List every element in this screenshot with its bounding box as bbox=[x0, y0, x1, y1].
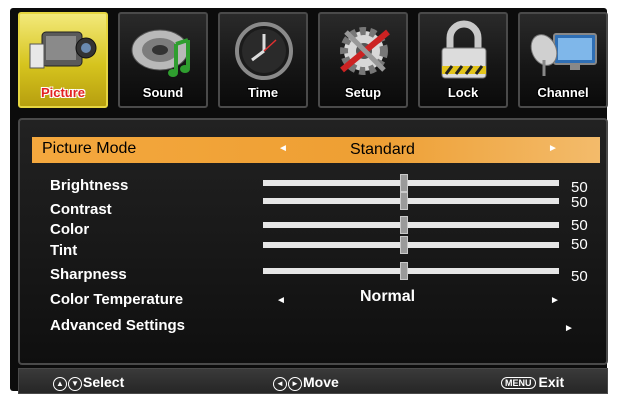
picture-mode-row[interactable]: Picture Mode ◄ Standard ► bbox=[32, 137, 600, 163]
arrow-right-icon[interactable]: ► bbox=[550, 295, 560, 306]
padlock-icon bbox=[441, 20, 487, 79]
brightness-label: Brightness bbox=[50, 177, 129, 194]
picture-mode-label: Picture Mode bbox=[42, 140, 137, 157]
contrast-slider[interactable] bbox=[263, 192, 559, 210]
picture-mode-value: Standard bbox=[350, 141, 415, 158]
gear-tools-icon bbox=[340, 27, 390, 75]
tab-sound[interactable]: Sound bbox=[118, 12, 208, 108]
color-label: Color bbox=[50, 221, 90, 238]
move-hint: ◄ ► Move bbox=[273, 374, 339, 391]
slider-thumb[interactable] bbox=[400, 192, 408, 210]
camcorder-icon bbox=[29, 31, 97, 69]
tab-channel[interactable]: Channel bbox=[518, 12, 608, 108]
menu-key-icon: MENU bbox=[501, 377, 536, 389]
tab-time[interactable]: Time bbox=[218, 12, 308, 108]
tab-label: Picture bbox=[40, 85, 86, 100]
tab-setup[interactable]: Setup bbox=[318, 12, 408, 108]
select-hint: ▲ ▼ Select bbox=[53, 374, 124, 391]
color-value: 50 bbox=[571, 217, 588, 234]
select-hint-label: Select bbox=[83, 374, 125, 390]
tab-label: Channel bbox=[537, 85, 589, 100]
sharpness-slider[interactable] bbox=[263, 262, 559, 280]
satellite-dish-tv-icon bbox=[530, 33, 597, 76]
slider-thumb[interactable] bbox=[400, 262, 408, 280]
advanced-settings-label: Advanced Settings bbox=[50, 317, 186, 334]
tab-lock[interactable]: Lock bbox=[418, 12, 508, 108]
exit-hint-label: Exit bbox=[538, 374, 565, 390]
contrast-label: Contrast bbox=[50, 201, 112, 218]
slider-thumb[interactable] bbox=[400, 174, 408, 192]
up-arrow-icon: ▲ bbox=[53, 377, 67, 391]
tab-label: Time bbox=[247, 85, 279, 100]
brightness-slider[interactable] bbox=[263, 174, 559, 192]
tint-value: 50 bbox=[571, 236, 588, 253]
right-arrow-icon: ► bbox=[288, 377, 302, 391]
move-hint-label: Move bbox=[303, 374, 339, 390]
clock-icon bbox=[235, 22, 293, 80]
arrow-left-icon[interactable]: ◄ bbox=[278, 143, 288, 154]
tab-label: Lock bbox=[447, 85, 479, 100]
arrow-right-icon[interactable]: ► bbox=[564, 323, 574, 334]
tab-bar: Picture Sound Time Setup Lock Channel bbox=[18, 12, 608, 110]
down-arrow-icon: ▼ bbox=[68, 377, 82, 391]
color-temperature-label: Color Temperature bbox=[50, 291, 184, 308]
contrast-value: 50 bbox=[571, 194, 588, 211]
sharpness-value: 50 bbox=[571, 268, 588, 285]
speaker-music-icon bbox=[131, 29, 190, 77]
slider-thumb[interactable] bbox=[400, 216, 408, 234]
tab-label: Setup bbox=[344, 85, 382, 100]
sharpness-label: Sharpness bbox=[50, 266, 127, 283]
arrow-right-icon[interactable]: ► bbox=[548, 143, 558, 154]
left-arrow-icon: ◄ bbox=[273, 377, 287, 391]
tint-label: Tint bbox=[50, 242, 78, 259]
arrow-left-icon[interactable]: ◄ bbox=[276, 295, 286, 306]
tab-picture[interactable]: Picture bbox=[18, 12, 108, 108]
picture-settings-panel: Picture Mode ◄ Standard ► Brightness 50 … bbox=[18, 118, 608, 365]
tab-label: Sound bbox=[142, 85, 184, 100]
tint-slider[interactable] bbox=[263, 236, 559, 254]
help-bar: ▲ ▼ Select ◄ ► Move MENU Exit bbox=[18, 368, 608, 394]
slider-thumb[interactable] bbox=[400, 236, 408, 254]
color-temperature-value: Normal bbox=[360, 288, 416, 305]
color-slider[interactable] bbox=[263, 216, 559, 234]
exit-hint: MENU Exit bbox=[501, 374, 564, 390]
